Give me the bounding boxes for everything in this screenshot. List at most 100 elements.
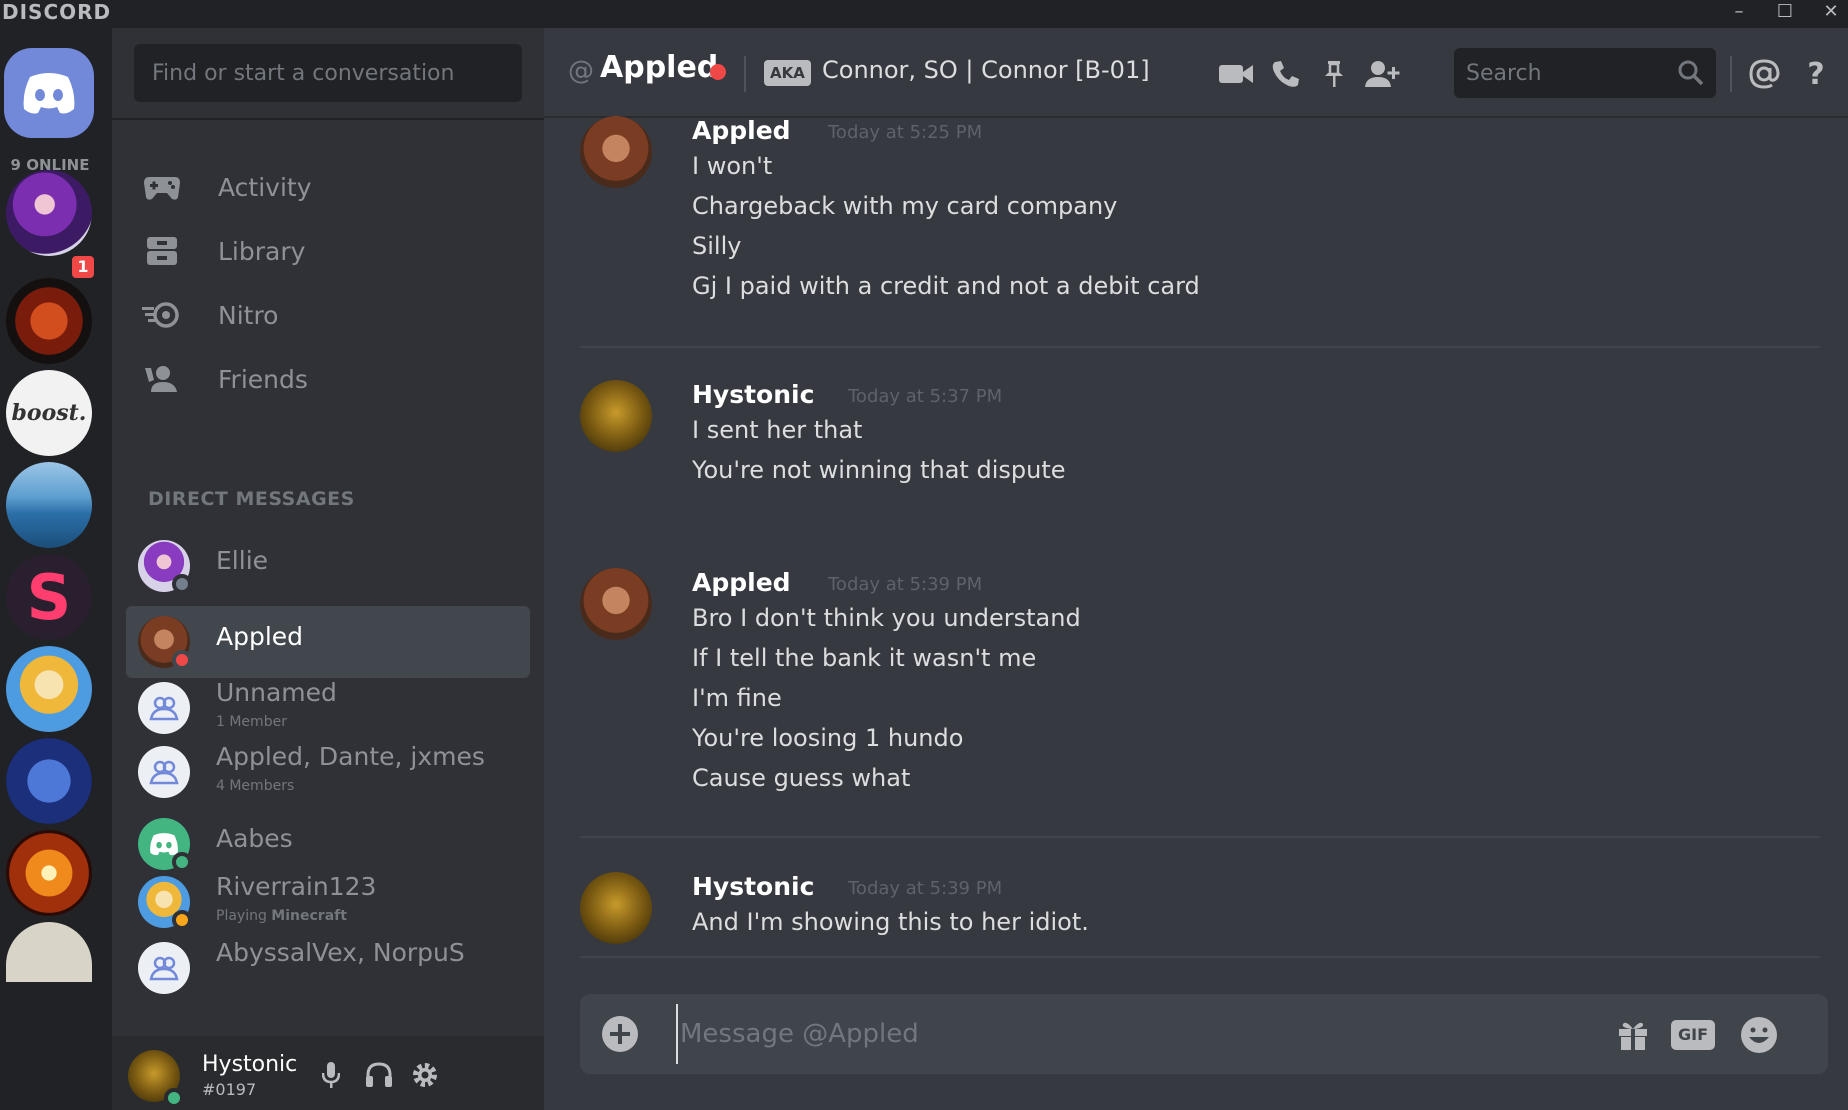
aka-badge: AKA xyxy=(764,60,811,86)
message-text: Silly xyxy=(692,232,742,260)
chat-header: @ Appled AKA Connor, SO | Connor [B-01] … xyxy=(544,28,1848,118)
dm-name: Appled, Dante, jxmes xyxy=(216,742,485,771)
message-composer: GIF xyxy=(580,994,1828,1074)
message-author[interactable]: Appled xyxy=(692,116,791,145)
dm-name: Appled xyxy=(216,622,304,651)
dm-name: Unnamed xyxy=(216,678,337,707)
server-icon-anime[interactable] xyxy=(6,646,92,732)
settings-gear-icon[interactable] xyxy=(408,1058,442,1092)
aka-names[interactable]: Connor, SO | Connor [B-01] xyxy=(822,56,1150,84)
dm-activity: Playing Minecraft xyxy=(216,908,347,924)
header-divider xyxy=(744,56,746,92)
avatar[interactable] xyxy=(580,872,652,944)
server-icon-boost[interactable]: boost. xyxy=(6,370,92,456)
dm-sidebar: Activity Library Nitro Friends DIRECT ME… xyxy=(112,28,544,1036)
minimize-button[interactable]: – xyxy=(1716,0,1762,28)
discord-logo-icon xyxy=(23,73,75,114)
help-icon[interactable]: ? xyxy=(1796,54,1836,94)
dm-member-count: 4 Members xyxy=(216,778,295,794)
dm-name: Aabes xyxy=(216,824,293,853)
status-offline-icon xyxy=(172,574,192,594)
status-dnd-icon xyxy=(172,650,192,670)
message-text: If I tell the bank it wasn't me xyxy=(692,644,1037,672)
message-author[interactable]: Hystonic xyxy=(692,380,814,409)
dm-item-appled[interactable]: Appled xyxy=(126,606,530,678)
message-text: Cause guess what xyxy=(692,764,911,792)
voice-call-icon[interactable] xyxy=(1266,54,1306,94)
direct-messages-header: DIRECT MESSAGES xyxy=(148,488,355,510)
gif-button[interactable]: GIF xyxy=(1670,1012,1716,1058)
nav-friends[interactable]: Friends xyxy=(126,346,530,412)
dm-item-abyssalvex[interactable]: AbyssalVex, NorpuS xyxy=(126,932,530,1002)
message-list: Appled Today at 5:25 PM I won't Chargeba… xyxy=(544,116,1848,958)
dm-item-group[interactable]: Appled, Dante, jxmes 4 Members xyxy=(126,736,530,808)
avatar[interactable] xyxy=(580,568,652,640)
home-button[interactable] xyxy=(4,48,94,138)
server-icon-orange[interactable] xyxy=(6,830,92,916)
video-call-icon[interactable] xyxy=(1216,54,1256,94)
server-icon-partial[interactable] xyxy=(6,922,92,982)
emoji-icon[interactable] xyxy=(1736,1012,1782,1058)
nav-label: Library xyxy=(218,236,306,266)
headphones-icon[interactable] xyxy=(362,1058,396,1092)
message-timestamp: Today at 5:25 PM xyxy=(828,122,983,143)
header-divider xyxy=(1730,56,1732,92)
nav-label: Nitro xyxy=(218,300,279,330)
dm-item-unnamed[interactable]: Unnamed 1 Member xyxy=(126,672,530,744)
nav-label: Activity xyxy=(218,172,312,202)
title-bar: DISCORD – ☐ ✕ xyxy=(0,0,1848,28)
close-button[interactable]: ✕ xyxy=(1808,0,1848,28)
find-conversation-input[interactable] xyxy=(134,44,522,102)
avatar[interactable] xyxy=(580,116,652,188)
server-icon-s[interactable]: S xyxy=(6,554,92,640)
status-idle-icon xyxy=(172,910,192,930)
dm-item-ellie[interactable]: Ellie xyxy=(126,530,530,602)
message-input[interactable] xyxy=(676,1004,1556,1064)
search-box[interactable] xyxy=(1454,48,1716,98)
nav-library[interactable]: Library xyxy=(126,218,530,284)
search-input[interactable] xyxy=(1454,48,1654,98)
server-letter: S xyxy=(26,560,72,634)
message-text: You're not winning that dispute xyxy=(692,456,1066,484)
microphone-icon[interactable] xyxy=(314,1058,348,1092)
mentions-icon[interactable] xyxy=(1744,54,1784,94)
upload-plus-icon[interactable] xyxy=(600,1014,640,1054)
avatar[interactable] xyxy=(580,380,652,452)
friend-avatar-ellie[interactable] xyxy=(6,170,92,256)
message-timestamp: Today at 5:37 PM xyxy=(848,386,1003,407)
status-dnd-icon xyxy=(710,64,726,80)
nav-nitro[interactable]: Nitro xyxy=(126,282,530,348)
message-divider xyxy=(580,346,1820,348)
gamepad-icon xyxy=(126,173,198,201)
channel-title: Appled xyxy=(600,50,719,85)
message-text: I'm fine xyxy=(692,684,782,712)
dm-item-riverrain[interactable]: Riverrain123 Playing Minecraft xyxy=(126,866,530,938)
server-icon-blue[interactable] xyxy=(6,738,92,824)
activity-prefix: Playing xyxy=(216,908,272,924)
dm-name: Ellie xyxy=(216,546,269,575)
gif-label: GIF xyxy=(1671,1020,1715,1050)
dm-member-count: 1 Member xyxy=(216,714,287,730)
pin-icon[interactable] xyxy=(1314,54,1354,94)
maximize-button[interactable]: ☐ xyxy=(1762,0,1808,28)
server-icon-coast[interactable] xyxy=(6,462,92,548)
library-icon xyxy=(126,235,198,267)
server-icon[interactable] xyxy=(6,278,92,364)
discord-window: DISCORD – ☐ ✕ 9 ONLINE 1 boost. S Find o… xyxy=(0,0,1848,1110)
message-timestamp: Today at 5:39 PM xyxy=(828,574,983,595)
message-author[interactable]: Appled xyxy=(692,568,791,597)
server-list: 9 ONLINE 1 boost. S xyxy=(0,28,112,1110)
unread-badge: 1 xyxy=(68,252,98,282)
message-text: Chargeback with my card company xyxy=(692,192,1118,220)
gift-icon[interactable] xyxy=(1610,1012,1656,1058)
message-text: And I'm showing this to her idiot. xyxy=(692,908,1089,936)
add-friend-icon[interactable] xyxy=(1362,54,1402,94)
message-author[interactable]: Hystonic xyxy=(692,872,814,901)
message-text: Gj I paid with a credit and not a debit … xyxy=(692,272,1200,300)
at-icon: @ xyxy=(568,56,594,86)
search-icon xyxy=(1678,60,1704,86)
message-timestamp: Today at 5:39 PM xyxy=(848,878,1003,899)
nav-activity[interactable]: Activity xyxy=(126,154,530,220)
activity-game: Minecraft xyxy=(271,908,347,924)
discord-wordmark: DISCORD xyxy=(2,0,112,24)
